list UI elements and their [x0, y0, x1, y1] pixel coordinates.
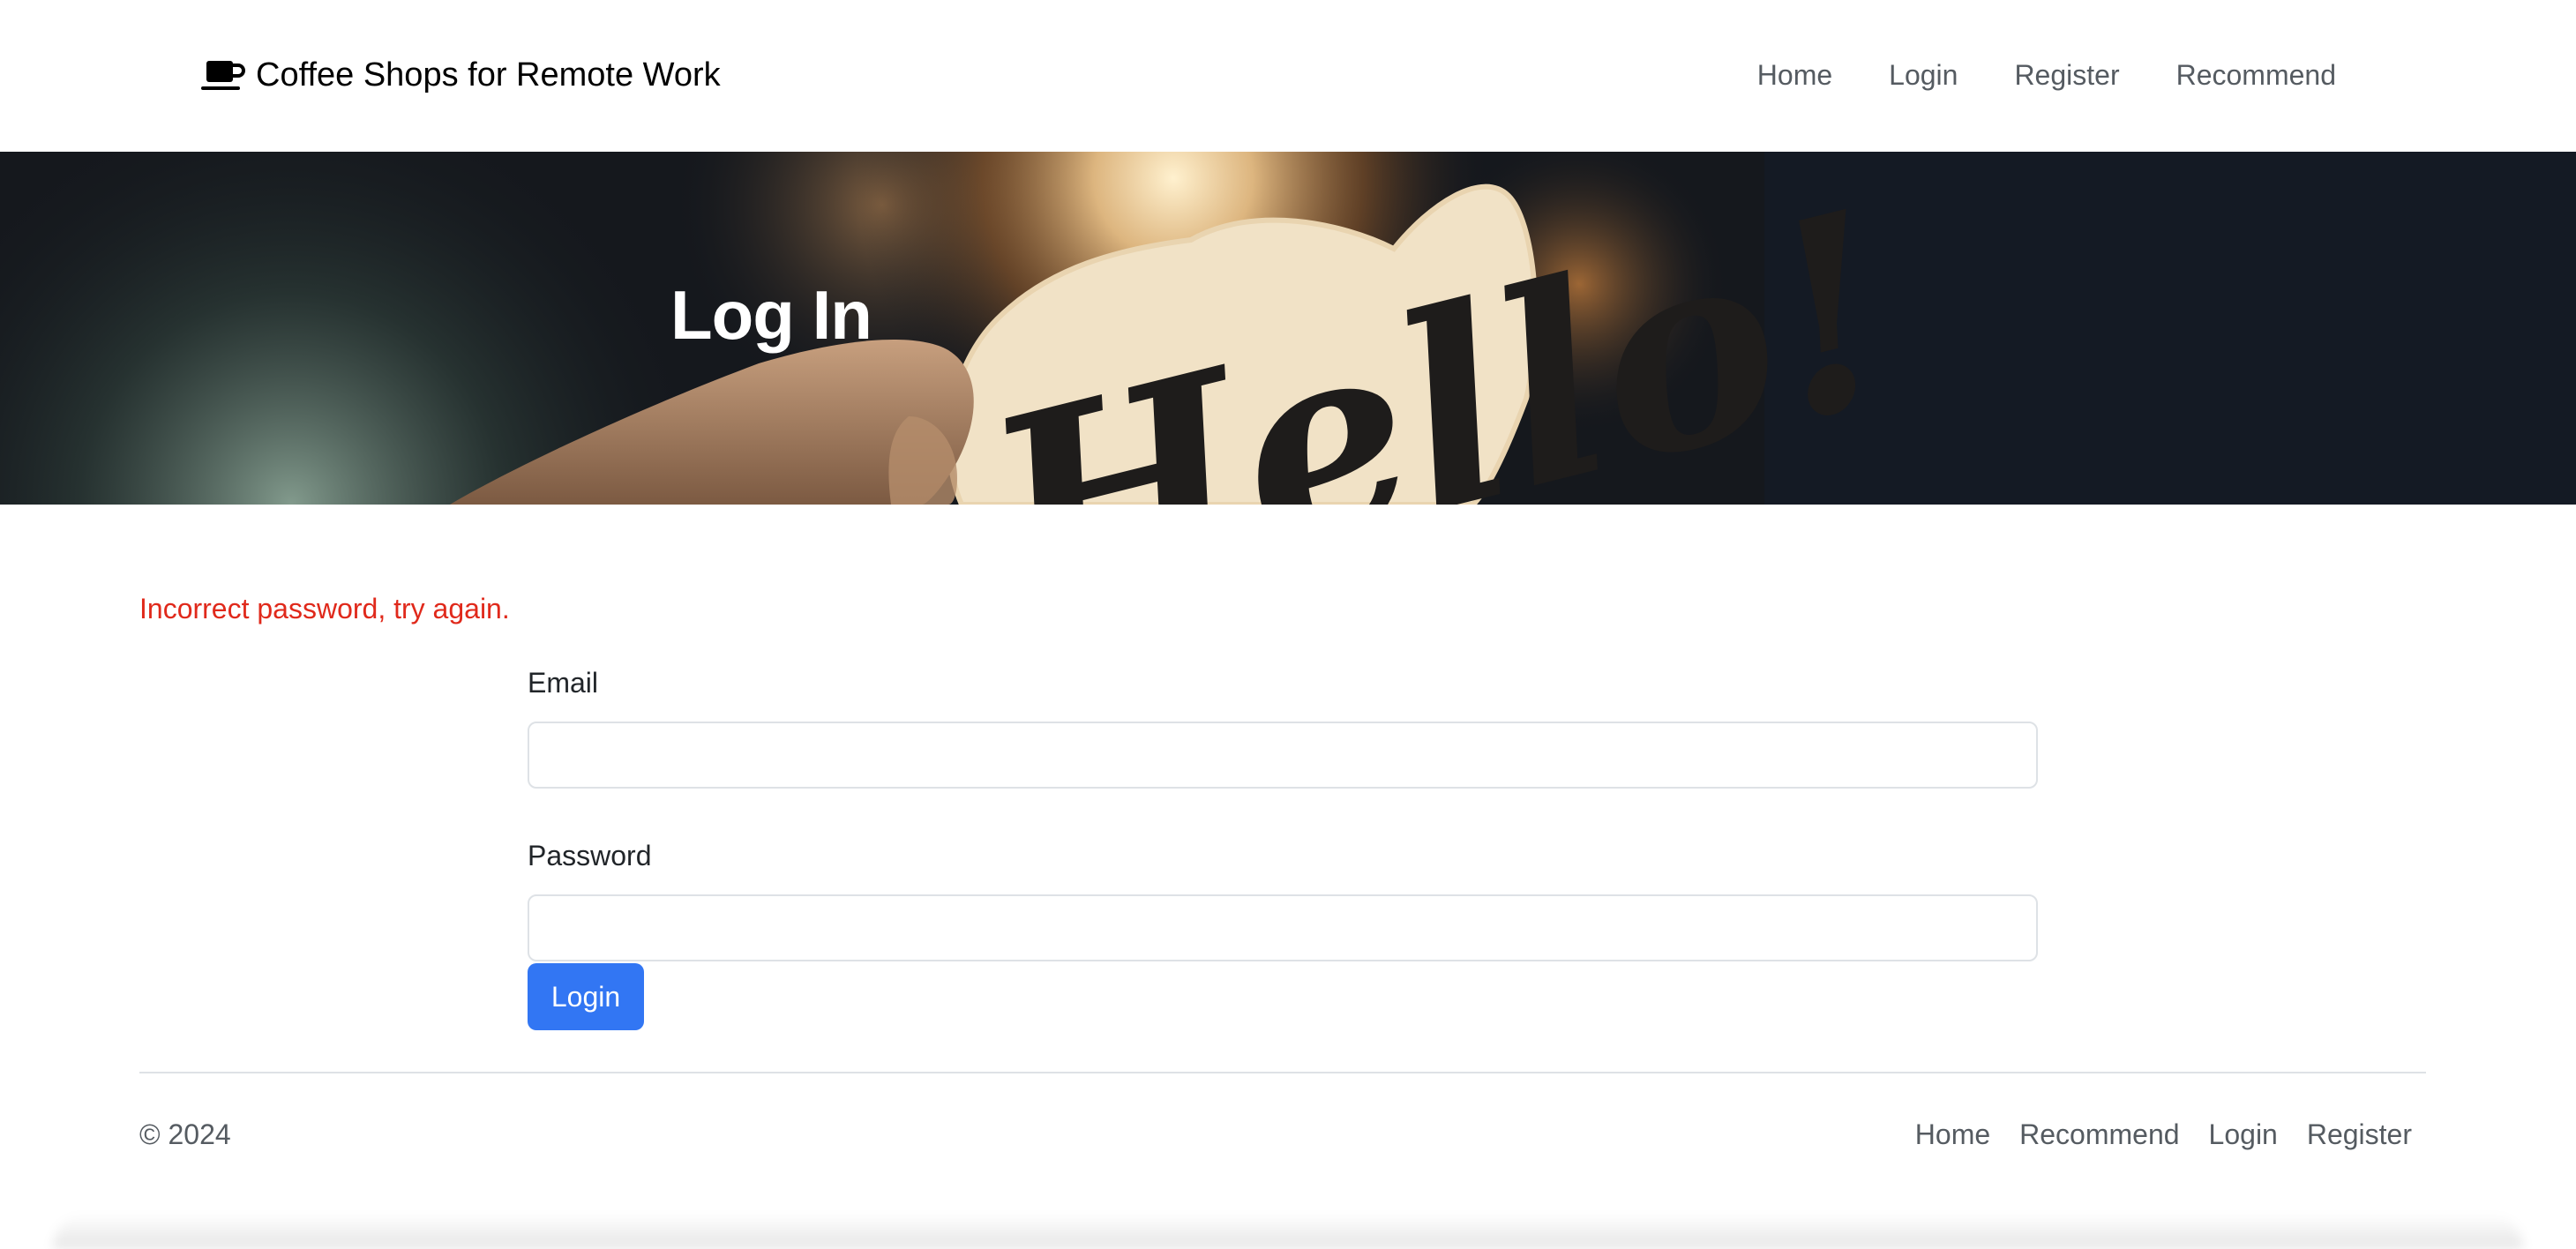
login-submit-button[interactable]: Login: [528, 963, 644, 1030]
password-label: Password: [528, 840, 652, 871]
coffee-cup-icon: [201, 56, 247, 94]
email-group: Email: [528, 663, 2038, 789]
email-input[interactable]: [528, 722, 2038, 789]
footer-nav: Home Recommend Login Register: [1915, 1118, 2412, 1151]
email-label: Email: [528, 667, 599, 699]
hero-background-image: Hello!: [0, 152, 2576, 505]
navbar: Coffee Shops for Remote Work Home Login …: [0, 0, 2576, 152]
page-bottom-shadow: [53, 1214, 2523, 1249]
nav-login-link[interactable]: Login: [1889, 59, 1958, 92]
main-nav: Home Login Register Recommend: [1757, 51, 2336, 99]
footer-home-link[interactable]: Home: [1915, 1118, 1990, 1151]
password-group: Password: [528, 836, 2038, 961]
brand-link[interactable]: Coffee Shops for Remote Work: [201, 51, 721, 99]
page-title: Log In: [670, 276, 872, 354]
password-input[interactable]: [528, 894, 2038, 961]
footer-register-link[interactable]: Register: [2307, 1118, 2412, 1151]
brand-title: Coffee Shops for Remote Work: [256, 56, 721, 93]
nav-home-link[interactable]: Home: [1757, 59, 1832, 92]
footer-copyright: © 2024: [139, 1118, 231, 1150]
nav-recommend-link[interactable]: Recommend: [2176, 59, 2336, 92]
nav-register-link[interactable]: Register: [2014, 59, 2119, 92]
login-form: Email Password: [528, 663, 2038, 961]
error-message: Incorrect password, try again.: [139, 593, 510, 624]
hero-banner: Hello! Log In: [0, 152, 2576, 505]
footer-login-link[interactable]: Login: [2209, 1118, 2278, 1151]
footer-divider: [139, 1072, 2426, 1073]
footer-recommend-link[interactable]: Recommend: [2019, 1118, 2179, 1151]
